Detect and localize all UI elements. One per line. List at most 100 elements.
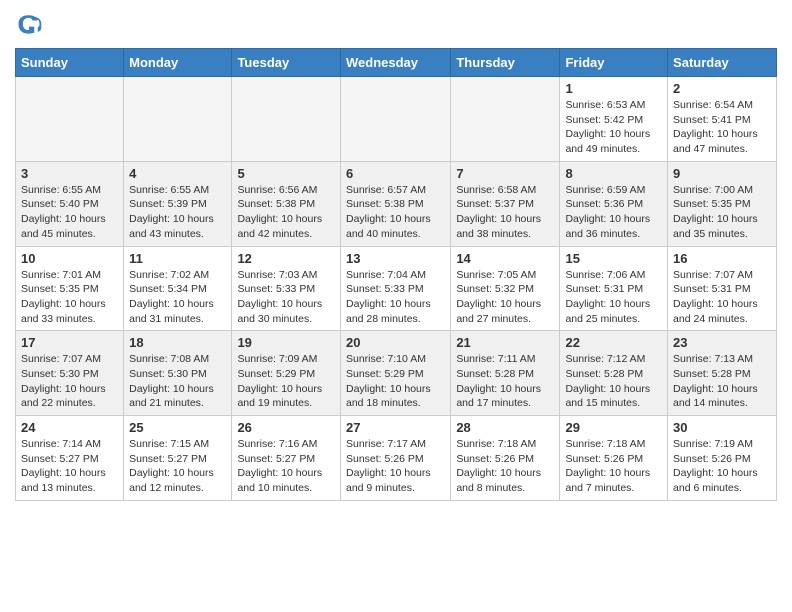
calendar-week-row: 3 Sunrise: 6:55 AM Sunset: 5:40 PM Daylig… bbox=[16, 161, 777, 246]
day-number: 26 bbox=[237, 420, 335, 435]
calendar-header-row: SundayMondayTuesdayWednesdayThursdayFrid… bbox=[16, 49, 777, 77]
day-detail: Sunrise: 7:13 AM Sunset: 5:28 PM Dayligh… bbox=[673, 352, 771, 411]
day-number: 30 bbox=[673, 420, 771, 435]
weekday-header: Tuesday bbox=[232, 49, 341, 77]
calendar-cell: 15 Sunrise: 7:06 AM Sunset: 5:31 PM Dayli… bbox=[560, 246, 668, 331]
day-number: 10 bbox=[21, 251, 118, 266]
day-number: 6 bbox=[346, 166, 445, 181]
calendar-week-row: 10 Sunrise: 7:01 AM Sunset: 5:35 PM Dayli… bbox=[16, 246, 777, 331]
calendar-cell: 7 Sunrise: 6:58 AM Sunset: 5:37 PM Daylig… bbox=[451, 161, 560, 246]
day-number: 19 bbox=[237, 335, 335, 350]
day-detail: Sunrise: 7:03 AM Sunset: 5:33 PM Dayligh… bbox=[237, 268, 335, 327]
calendar-cell bbox=[232, 77, 341, 162]
day-number: 17 bbox=[21, 335, 118, 350]
day-number: 24 bbox=[21, 420, 118, 435]
calendar-cell: 13 Sunrise: 7:04 AM Sunset: 5:33 PM Dayli… bbox=[340, 246, 450, 331]
day-number: 2 bbox=[673, 81, 771, 96]
day-number: 25 bbox=[129, 420, 226, 435]
day-detail: Sunrise: 7:07 AM Sunset: 5:31 PM Dayligh… bbox=[673, 268, 771, 327]
day-detail: Sunrise: 6:56 AM Sunset: 5:38 PM Dayligh… bbox=[237, 183, 335, 242]
day-number: 27 bbox=[346, 420, 445, 435]
header bbox=[15, 10, 777, 38]
day-number: 20 bbox=[346, 335, 445, 350]
day-number: 14 bbox=[456, 251, 554, 266]
calendar-cell: 22 Sunrise: 7:12 AM Sunset: 5:28 PM Dayli… bbox=[560, 331, 668, 416]
calendar-cell bbox=[340, 77, 450, 162]
weekday-header: Monday bbox=[124, 49, 232, 77]
day-detail: Sunrise: 6:55 AM Sunset: 5:40 PM Dayligh… bbox=[21, 183, 118, 242]
calendar-cell: 18Sunrise: 7:08 AM Sunset: 5:30 PM Dayli… bbox=[124, 331, 232, 416]
day-number: 11 bbox=[129, 251, 226, 266]
day-detail: Sunrise: 7:18 AM Sunset: 5:26 PM Dayligh… bbox=[565, 437, 662, 496]
day-number: 13 bbox=[346, 251, 445, 266]
day-detail: Sunrise: 7:09 AM Sunset: 5:29 PM Dayligh… bbox=[237, 352, 335, 411]
day-detail: Sunrise: 7:01 AM Sunset: 5:35 PM Dayligh… bbox=[21, 268, 118, 327]
calendar-cell: 17 Sunrise: 7:07 AM Sunset: 5:30 PM Dayli… bbox=[16, 331, 124, 416]
calendar-cell: 3 Sunrise: 6:55 AM Sunset: 5:40 PM Daylig… bbox=[16, 161, 124, 246]
calendar-cell: 16Sunrise: 7:07 AM Sunset: 5:31 PM Dayli… bbox=[668, 246, 777, 331]
calendar-cell: 29Sunrise: 7:18 AM Sunset: 5:26 PM Dayli… bbox=[560, 416, 668, 501]
day-number: 7 bbox=[456, 166, 554, 181]
calendar-week-row: 17 Sunrise: 7:07 AM Sunset: 5:30 PM Dayli… bbox=[16, 331, 777, 416]
calendar-cell: 6Sunrise: 6:57 AM Sunset: 5:38 PM Daylig… bbox=[340, 161, 450, 246]
calendar-week-row: 24 Sunrise: 7:14 AM Sunset: 5:27 PM Dayli… bbox=[16, 416, 777, 501]
logo bbox=[15, 10, 47, 38]
calendar-cell bbox=[16, 77, 124, 162]
day-detail: Sunrise: 7:02 AM Sunset: 5:34 PM Dayligh… bbox=[129, 268, 226, 327]
day-detail: Sunrise: 6:59 AM Sunset: 5:36 PM Dayligh… bbox=[565, 183, 662, 242]
calendar-cell: 12 Sunrise: 7:03 AM Sunset: 5:33 PM Dayli… bbox=[232, 246, 341, 331]
calendar-cell: 26Sunrise: 7:16 AM Sunset: 5:27 PM Dayli… bbox=[232, 416, 341, 501]
calendar-cell: 8Sunrise: 6:59 AM Sunset: 5:36 PM Daylig… bbox=[560, 161, 668, 246]
weekday-header: Friday bbox=[560, 49, 668, 77]
weekday-header: Sunday bbox=[16, 49, 124, 77]
day-number: 28 bbox=[456, 420, 554, 435]
day-detail: Sunrise: 7:05 AM Sunset: 5:32 PM Dayligh… bbox=[456, 268, 554, 327]
calendar-cell: 27Sunrise: 7:17 AM Sunset: 5:26 PM Dayli… bbox=[340, 416, 450, 501]
logo-icon bbox=[15, 10, 43, 38]
calendar-cell: 2 Sunrise: 6:54 AM Sunset: 5:41 PM Daylig… bbox=[668, 77, 777, 162]
day-number: 15 bbox=[565, 251, 662, 266]
calendar-cell: 4 Sunrise: 6:55 AM Sunset: 5:39 PM Daylig… bbox=[124, 161, 232, 246]
day-detail: Sunrise: 7:19 AM Sunset: 5:26 PM Dayligh… bbox=[673, 437, 771, 496]
calendar-cell: 10 Sunrise: 7:01 AM Sunset: 5:35 PM Dayli… bbox=[16, 246, 124, 331]
calendar-cell: 30 Sunrise: 7:19 AM Sunset: 5:26 PM Dayli… bbox=[668, 416, 777, 501]
calendar-cell: 5 Sunrise: 6:56 AM Sunset: 5:38 PM Daylig… bbox=[232, 161, 341, 246]
day-number: 3 bbox=[21, 166, 118, 181]
calendar-cell: 25 Sunrise: 7:15 AM Sunset: 5:27 PM Dayli… bbox=[124, 416, 232, 501]
day-number: 5 bbox=[237, 166, 335, 181]
day-detail: Sunrise: 7:07 AM Sunset: 5:30 PM Dayligh… bbox=[21, 352, 118, 411]
calendar-cell: 11 Sunrise: 7:02 AM Sunset: 5:34 PM Dayli… bbox=[124, 246, 232, 331]
calendar-cell: 19 Sunrise: 7:09 AM Sunset: 5:29 PM Dayli… bbox=[232, 331, 341, 416]
day-detail: Sunrise: 7:15 AM Sunset: 5:27 PM Dayligh… bbox=[129, 437, 226, 496]
day-number: 22 bbox=[565, 335, 662, 350]
day-detail: Sunrise: 6:55 AM Sunset: 5:39 PM Dayligh… bbox=[129, 183, 226, 242]
calendar-cell: 9 Sunrise: 7:00 AM Sunset: 5:35 PM Daylig… bbox=[668, 161, 777, 246]
calendar-cell: 28Sunrise: 7:18 AM Sunset: 5:26 PM Dayli… bbox=[451, 416, 560, 501]
calendar-cell bbox=[451, 77, 560, 162]
day-detail: Sunrise: 6:58 AM Sunset: 5:37 PM Dayligh… bbox=[456, 183, 554, 242]
day-number: 9 bbox=[673, 166, 771, 181]
calendar-cell: 20 Sunrise: 7:10 AM Sunset: 5:29 PM Dayli… bbox=[340, 331, 450, 416]
calendar-table: SundayMondayTuesdayWednesdayThursdayFrid… bbox=[15, 48, 777, 501]
calendar-cell: 21 Sunrise: 7:11 AM Sunset: 5:28 PM Dayli… bbox=[451, 331, 560, 416]
day-number: 23 bbox=[673, 335, 771, 350]
day-detail: Sunrise: 7:14 AM Sunset: 5:27 PM Dayligh… bbox=[21, 437, 118, 496]
weekday-header: Wednesday bbox=[340, 49, 450, 77]
calendar-cell: 1 Sunrise: 6:53 AM Sunset: 5:42 PM Daylig… bbox=[560, 77, 668, 162]
day-number: 1 bbox=[565, 81, 662, 96]
day-detail: Sunrise: 7:06 AM Sunset: 5:31 PM Dayligh… bbox=[565, 268, 662, 327]
day-detail: Sunrise: 7:12 AM Sunset: 5:28 PM Dayligh… bbox=[565, 352, 662, 411]
day-detail: Sunrise: 7:10 AM Sunset: 5:29 PM Dayligh… bbox=[346, 352, 445, 411]
day-number: 18 bbox=[129, 335, 226, 350]
day-number: 12 bbox=[237, 251, 335, 266]
calendar-cell bbox=[124, 77, 232, 162]
day-detail: Sunrise: 7:11 AM Sunset: 5:28 PM Dayligh… bbox=[456, 352, 554, 411]
day-number: 21 bbox=[456, 335, 554, 350]
day-detail: Sunrise: 7:00 AM Sunset: 5:35 PM Dayligh… bbox=[673, 183, 771, 242]
day-detail: Sunrise: 6:54 AM Sunset: 5:41 PM Dayligh… bbox=[673, 98, 771, 157]
day-number: 4 bbox=[129, 166, 226, 181]
day-detail: Sunrise: 6:53 AM Sunset: 5:42 PM Dayligh… bbox=[565, 98, 662, 157]
weekday-header: Thursday bbox=[451, 49, 560, 77]
weekday-header: Saturday bbox=[668, 49, 777, 77]
day-detail: Sunrise: 7:04 AM Sunset: 5:33 PM Dayligh… bbox=[346, 268, 445, 327]
